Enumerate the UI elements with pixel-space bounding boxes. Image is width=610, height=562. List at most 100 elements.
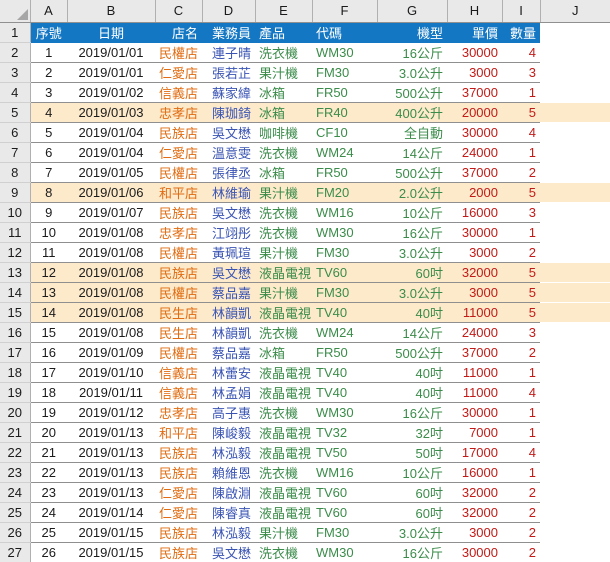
cell-store[interactable]: 民族店: [155, 522, 202, 543]
cell-model[interactable]: 3.0公升: [377, 522, 447, 543]
cell-seq[interactable]: 25: [30, 522, 67, 543]
cell-price[interactable]: 30000: [447, 222, 502, 243]
cell-date[interactable]: 2019/01/13: [67, 482, 155, 503]
cell-staff[interactable]: 林泓毅: [202, 522, 255, 543]
cell-price[interactable]: 16000: [447, 462, 502, 483]
cell-model[interactable]: 50吋: [377, 442, 447, 463]
cell-staff[interactable]: 林孟娟: [202, 382, 255, 403]
cell-date[interactable]: 2019/01/13: [67, 462, 155, 483]
cell-product[interactable]: 液晶電視: [255, 502, 312, 523]
cell-code[interactable]: FM30: [312, 522, 377, 543]
cell-date[interactable]: 2019/01/13: [67, 422, 155, 443]
table-row[interactable]: 2 1 2019/01/01 民權店 連子晴 洗衣機 WM30 16公斤 30000 4: [0, 42, 610, 63]
row-number[interactable]: 27: [0, 542, 31, 562]
cell-price[interactable]: 2000: [447, 182, 502, 203]
empty-cell[interactable]: [540, 302, 610, 323]
cell-code[interactable]: TV60: [312, 262, 377, 283]
cell-code[interactable]: WM24: [312, 322, 377, 343]
cell-store[interactable]: 民權店: [155, 162, 202, 183]
cell-staff[interactable]: 林韻凱: [202, 322, 255, 343]
header-cell-date[interactable]: 日期: [67, 22, 155, 43]
cell-staff[interactable]: 江翊彤: [202, 222, 255, 243]
row-number[interactable]: 9: [0, 182, 31, 203]
cell-store[interactable]: 民族店: [155, 122, 202, 143]
cell-qty[interactable]: 2: [502, 522, 540, 543]
cell-code[interactable]: WM16: [312, 202, 377, 223]
cell-qty[interactable]: 4: [502, 382, 540, 403]
table-row[interactable]: 10 9 2019/01/07 民族店 吳文懋 洗衣機 WM16 10公斤 16000 3: [0, 202, 610, 223]
cell-model[interactable]: 40吋: [377, 302, 447, 323]
cell-product[interactable]: 洗衣機: [255, 202, 312, 223]
cell-price[interactable]: 37000: [447, 82, 502, 103]
cell-store[interactable]: 民權店: [155, 342, 202, 363]
cell-qty[interactable]: 2: [502, 502, 540, 523]
cell-date[interactable]: 2019/01/10: [67, 362, 155, 383]
cell-date[interactable]: 2019/01/04: [67, 122, 155, 143]
cell-store[interactable]: 民族店: [155, 462, 202, 483]
cell-qty[interactable]: 2: [502, 242, 540, 263]
empty-cell[interactable]: [540, 322, 610, 343]
cell-product[interactable]: 洗衣機: [255, 462, 312, 483]
cell-store[interactable]: 民族店: [155, 442, 202, 463]
table-row[interactable]: 21 20 2019/01/13 和平店 陳峻毅 液晶電視 TV32 32吋 7000 1: [0, 422, 610, 443]
cell-product[interactable]: 液晶電視: [255, 362, 312, 383]
row-number[interactable]: 21: [0, 422, 31, 443]
cell-qty[interactable]: 5: [502, 302, 540, 323]
cell-date[interactable]: 2019/01/03: [67, 102, 155, 123]
cell-date[interactable]: 2019/01/08: [67, 282, 155, 303]
cell-staff[interactable]: 高子惠: [202, 402, 255, 423]
cell-product[interactable]: 冰箱: [255, 102, 312, 123]
row-number[interactable]: 26: [0, 522, 31, 543]
empty-cell[interactable]: [540, 182, 610, 203]
cell-qty[interactable]: 3: [502, 62, 540, 83]
table-row[interactable]: 8 7 2019/01/05 民權店 張律丞 冰箱 FR50 500公升 37000 2: [0, 162, 610, 183]
cell-staff[interactable]: 林泓毅: [202, 442, 255, 463]
header-cell-price[interactable]: 單價: [447, 22, 502, 43]
cell-code[interactable]: TV40: [312, 302, 377, 323]
empty-cell[interactable]: [540, 122, 610, 143]
cell-model[interactable]: 全自動: [377, 122, 447, 143]
cell-seq[interactable]: 23: [30, 482, 67, 503]
cell-code[interactable]: TV40: [312, 382, 377, 403]
cell-model[interactable]: 400公升: [377, 102, 447, 123]
cell-product[interactable]: 洗衣機: [255, 222, 312, 243]
cell-seq[interactable]: 26: [30, 542, 67, 562]
cell-product[interactable]: 液晶電視: [255, 442, 312, 463]
header-cell-code[interactable]: 代碼: [312, 22, 377, 43]
cell-staff[interactable]: 林維瑜: [202, 182, 255, 203]
table-row[interactable]: 24 23 2019/01/13 仁愛店 陳啟淵 液晶電視 TV60 60吋 32000 2: [0, 482, 610, 503]
row-number[interactable]: 23: [0, 462, 31, 483]
table-row[interactable]: 26 25 2019/01/15 民族店 林泓毅 果汁機 FM30 3.0公升 3000 2: [0, 522, 610, 543]
cell-store[interactable]: 和平店: [155, 422, 202, 443]
header-cell-qty[interactable]: 數量: [502, 22, 540, 43]
empty-cell[interactable]: [540, 142, 610, 163]
cell-store[interactable]: 民族店: [155, 262, 202, 283]
cell-qty[interactable]: 2: [502, 482, 540, 503]
empty-cell[interactable]: [540, 362, 610, 383]
header-cell-seq[interactable]: 序號: [30, 22, 67, 43]
cell-store[interactable]: 仁愛店: [155, 502, 202, 523]
cell-product[interactable]: 果汁機: [255, 62, 312, 83]
cell-code[interactable]: WM30: [312, 542, 377, 562]
cell-date[interactable]: 2019/01/04: [67, 142, 155, 163]
cell-seq[interactable]: 3: [30, 82, 67, 103]
cell-product[interactable]: 液晶電視: [255, 482, 312, 503]
cell-store[interactable]: 信義店: [155, 382, 202, 403]
cell-model[interactable]: 60吋: [377, 262, 447, 283]
cell-price[interactable]: 24000: [447, 142, 502, 163]
cell-code[interactable]: TV32: [312, 422, 377, 443]
cell-model[interactable]: 500公升: [377, 162, 447, 183]
cell-model[interactable]: 3.0公升: [377, 282, 447, 303]
cell-staff[interactable]: 張若芷: [202, 62, 255, 83]
cell-store[interactable]: 信義店: [155, 82, 202, 103]
cell-qty[interactable]: 2: [502, 342, 540, 363]
header-cell-model[interactable]: 機型: [377, 22, 447, 43]
column-header-e[interactable]: E: [255, 0, 313, 23]
cell-price[interactable]: 32000: [447, 482, 502, 503]
empty-cell[interactable]: [540, 102, 610, 123]
cell-product[interactable]: 洗衣機: [255, 42, 312, 63]
empty-cell[interactable]: [540, 162, 610, 183]
cell-code[interactable]: TV40: [312, 362, 377, 383]
column-header-b[interactable]: B: [67, 0, 156, 23]
empty-cell[interactable]: [540, 542, 610, 562]
